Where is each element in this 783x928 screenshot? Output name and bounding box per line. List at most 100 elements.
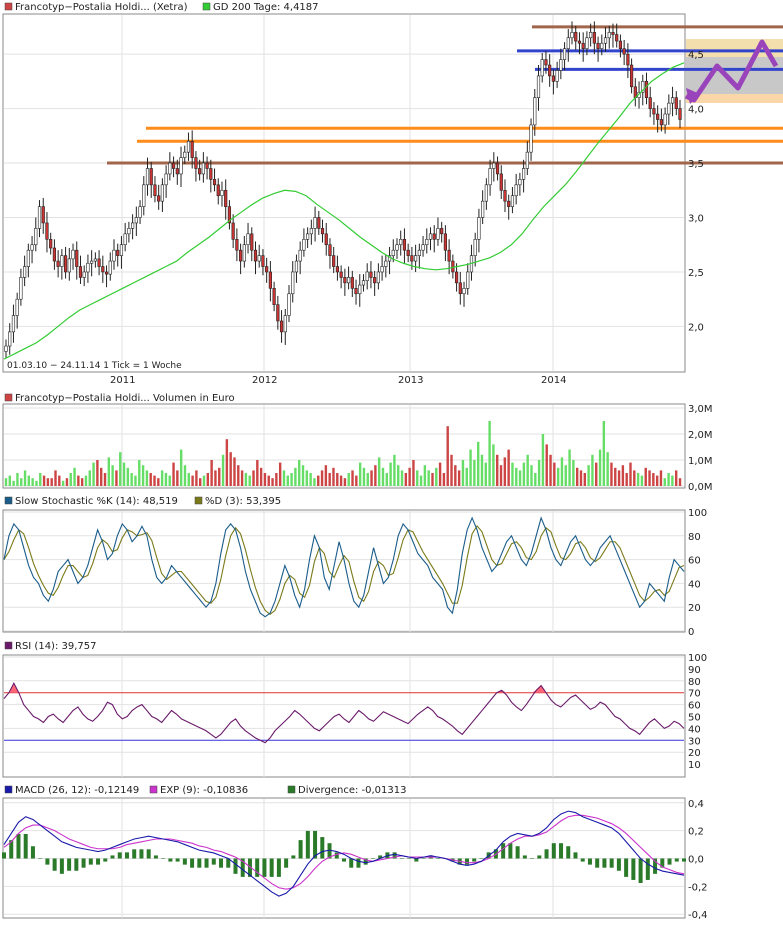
volume-bar bbox=[457, 470, 461, 486]
candle-body bbox=[112, 249, 116, 262]
volume-bar bbox=[602, 421, 606, 486]
volume-bar bbox=[370, 470, 373, 486]
divergence-bar bbox=[298, 840, 303, 859]
candle-body bbox=[358, 284, 362, 295]
volume-bar bbox=[317, 475, 320, 486]
candle-body bbox=[607, 32, 611, 39]
candle-body bbox=[127, 228, 131, 235]
candle-body bbox=[436, 228, 440, 240]
candle-body bbox=[52, 247, 57, 262]
candle-body bbox=[157, 195, 161, 202]
candle-body bbox=[101, 266, 105, 273]
divergence-bar bbox=[305, 830, 310, 859]
candle-body bbox=[23, 266, 27, 278]
divergence-bar bbox=[262, 858, 267, 877]
volume-bar bbox=[12, 480, 15, 486]
divergence-bar bbox=[175, 858, 180, 862]
volume-bar bbox=[484, 462, 487, 486]
volume-bar bbox=[583, 473, 587, 486]
candle-body bbox=[648, 97, 652, 109]
candle-body bbox=[414, 255, 418, 262]
candle-body bbox=[145, 168, 150, 186]
volume-bar bbox=[61, 480, 65, 486]
macd-legend-swatch bbox=[4, 785, 13, 794]
volume-bar bbox=[69, 473, 72, 486]
rsi-y-tick-label: 90 bbox=[688, 665, 701, 676]
candle-body bbox=[525, 151, 529, 169]
volume-bar bbox=[54, 470, 57, 486]
volume-bar bbox=[446, 426, 449, 486]
candle-body bbox=[492, 162, 496, 169]
divergence-bar bbox=[631, 858, 636, 880]
volume-bar bbox=[518, 470, 522, 486]
candle-body bbox=[667, 102, 671, 115]
divergence-bar bbox=[407, 858, 412, 859]
candle-body bbox=[421, 244, 425, 251]
volume-bar bbox=[530, 465, 533, 486]
candle-body bbox=[618, 40, 623, 49]
date-range-info: 01.03.10 − 24.11.14 1 Tick = 1 Woche bbox=[7, 361, 182, 371]
divergence-bar bbox=[544, 849, 549, 859]
volume-legend-swatch bbox=[4, 393, 13, 402]
candle-body bbox=[26, 249, 30, 267]
volume-bar bbox=[199, 478, 202, 486]
candle-body bbox=[45, 222, 49, 240]
candle-body bbox=[60, 255, 64, 267]
candle-body bbox=[276, 304, 280, 322]
volume-bar bbox=[404, 473, 408, 486]
volume-bar bbox=[598, 449, 602, 486]
volume-bar bbox=[427, 470, 430, 486]
volume-bar bbox=[191, 475, 194, 486]
stoch-k-legend-label: Slow Stochastic %K (14): 48,519 bbox=[15, 496, 178, 507]
volume-bar bbox=[674, 470, 678, 486]
volume-bar bbox=[107, 457, 111, 486]
candle-body bbox=[622, 48, 626, 55]
volume-bar bbox=[575, 467, 579, 486]
candle-body bbox=[432, 233, 436, 240]
forecast-zone-lower bbox=[686, 94, 783, 103]
divergence-bar bbox=[204, 858, 209, 868]
candle-body bbox=[71, 249, 75, 260]
volume-bar bbox=[652, 473, 655, 486]
price-plot-area bbox=[2, 13, 686, 373]
candle-body bbox=[615, 34, 619, 42]
candle-body bbox=[97, 258, 101, 267]
candle-body bbox=[198, 168, 202, 175]
candle-body bbox=[596, 42, 600, 49]
candle-body bbox=[499, 173, 503, 191]
candle-body bbox=[443, 233, 448, 251]
divergence-bar bbox=[233, 858, 238, 874]
candle-body bbox=[626, 53, 630, 66]
candle-body bbox=[131, 222, 135, 229]
volume-bar bbox=[27, 475, 31, 486]
divergence-bar bbox=[464, 858, 469, 865]
stoch-d-legend-label: %D (3): 53,395 bbox=[205, 496, 281, 507]
volume-bar bbox=[423, 465, 427, 486]
candle-body bbox=[454, 271, 459, 284]
candle-body bbox=[678, 108, 682, 120]
volume-bar bbox=[412, 460, 415, 486]
candle-body bbox=[168, 162, 172, 175]
divergence-bar bbox=[559, 843, 564, 859]
candle-body bbox=[417, 249, 421, 256]
volume-bar bbox=[515, 467, 518, 486]
volume-bar bbox=[294, 467, 297, 486]
divergence-bar bbox=[508, 843, 513, 859]
rsi-legend-swatch bbox=[4, 641, 13, 650]
volume-bar bbox=[614, 467, 617, 486]
stochastic-y-tick-label: 80 bbox=[688, 532, 701, 543]
macd-legend-label: MACD (26, 12): -0,12149 bbox=[15, 785, 139, 796]
volume-bar bbox=[328, 473, 331, 486]
volume-bar bbox=[648, 470, 651, 486]
volume-bar bbox=[362, 467, 366, 486]
candle-body bbox=[425, 238, 429, 246]
volume-bar bbox=[298, 460, 301, 486]
divergence-bar bbox=[501, 843, 506, 859]
volume-bar bbox=[549, 454, 552, 486]
candle-body bbox=[41, 206, 45, 224]
divergence-bar bbox=[197, 858, 202, 868]
candle-body bbox=[391, 249, 395, 256]
candle-body bbox=[253, 249, 258, 262]
macd-y-tick-label: 0,4 bbox=[688, 799, 704, 810]
price-legend: Francotyp−Postalia Holdi... (Xetra) GD 2… bbox=[4, 2, 319, 13]
